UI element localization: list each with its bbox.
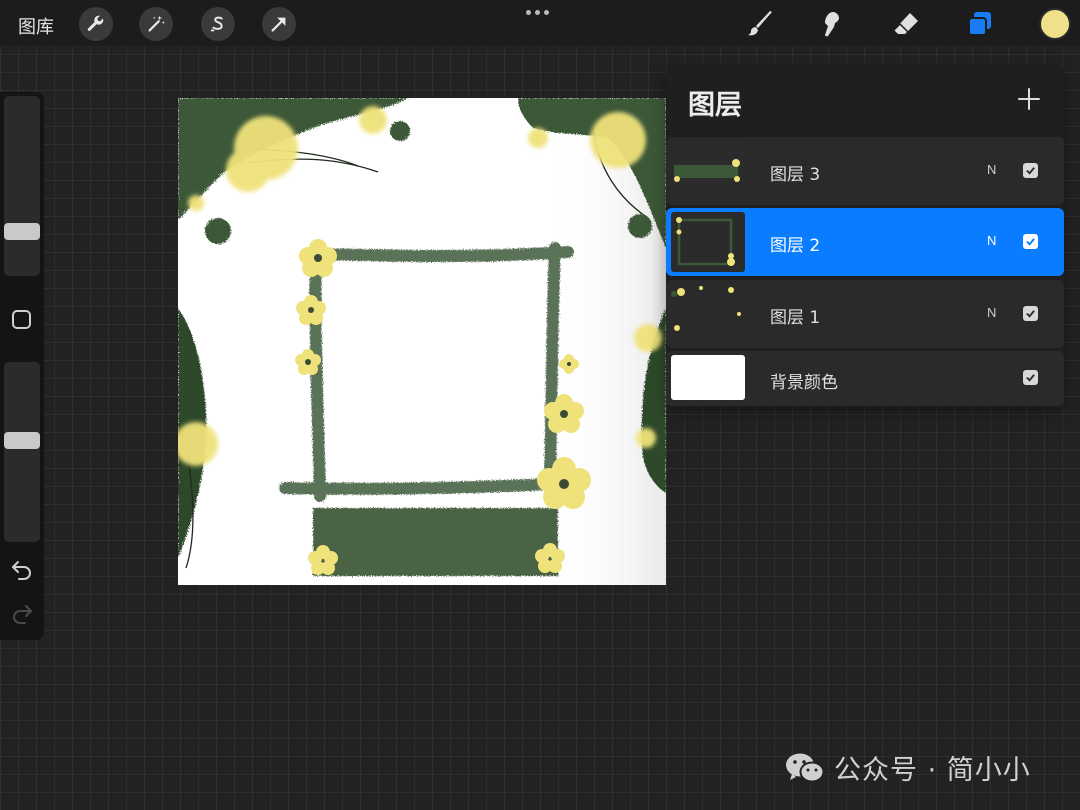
- plus-icon[interactable]: [1016, 86, 1042, 112]
- watermark-text: 公众号 · 简小小: [834, 755, 1031, 786]
- dot: [544, 10, 549, 15]
- dot: [526, 10, 531, 15]
- layer-thumbnail: [671, 212, 745, 272]
- transform-arrow-icon[interactable]: [262, 7, 296, 41]
- opacity-slider[interactable]: [4, 362, 40, 542]
- background-color-thumbnail: [671, 355, 745, 400]
- visibility-checkbox[interactable]: [1023, 306, 1038, 321]
- brush-size-slider[interactable]: [4, 96, 40, 276]
- color-picker-swatch[interactable]: [1039, 8, 1071, 40]
- watermark: 公众号 · 简小小: [784, 748, 1031, 787]
- layer-name: 图层 3: [770, 165, 821, 185]
- more-options-dots[interactable]: [526, 10, 549, 15]
- layer-row[interactable]: 图层 3 N: [666, 137, 1064, 205]
- blend-mode[interactable]: N: [987, 233, 996, 248]
- layer-name: 背景颜色: [770, 373, 838, 393]
- drawing-canvas[interactable]: [178, 98, 666, 585]
- brush-icon[interactable]: [742, 6, 778, 42]
- top-toolbar: 图库: [0, 0, 1080, 46]
- gallery-button[interactable]: 图库: [18, 13, 54, 39]
- brush-size-thumb[interactable]: [4, 223, 40, 241]
- dot: [535, 10, 540, 15]
- layers-icon[interactable]: [962, 6, 998, 42]
- artwork: [178, 98, 666, 585]
- square-modify-icon[interactable]: [12, 310, 31, 329]
- opacity-thumb[interactable]: [4, 432, 40, 450]
- visibility-checkbox[interactable]: [1023, 234, 1038, 249]
- layer-name: 图层 1: [770, 308, 821, 328]
- layers-panel: 图层 图层 3 N 图层 2 N 图层 1 N 背景颜色: [666, 64, 1064, 406]
- green-bar: [313, 508, 558, 576]
- wrench-icon[interactable]: [79, 7, 113, 41]
- background-color-row[interactable]: 背景颜色: [666, 351, 1064, 406]
- layer-thumbnail: [671, 141, 745, 201]
- selection-s-icon[interactable]: [201, 7, 235, 41]
- layer-thumbnail: [671, 284, 745, 344]
- visibility-checkbox[interactable]: [1023, 370, 1038, 385]
- undo-icon[interactable]: [10, 558, 34, 580]
- left-sidebar: [0, 92, 44, 640]
- wechat-icon: [786, 753, 825, 782]
- panel-title: 图层: [688, 90, 742, 121]
- blend-mode[interactable]: N: [987, 305, 996, 320]
- blend-mode[interactable]: N: [987, 162, 996, 177]
- visibility-checkbox[interactable]: [1023, 163, 1038, 178]
- layer-name: 图层 2: [770, 236, 821, 256]
- layer-row[interactable]: 图层 1 N: [666, 280, 1064, 348]
- smudge-icon[interactable]: [814, 6, 850, 42]
- eraser-icon[interactable]: [888, 6, 924, 42]
- magic-wand-icon[interactable]: [139, 7, 173, 41]
- redo-icon[interactable]: [10, 602, 34, 624]
- layer-row-active[interactable]: 图层 2 N: [666, 208, 1064, 276]
